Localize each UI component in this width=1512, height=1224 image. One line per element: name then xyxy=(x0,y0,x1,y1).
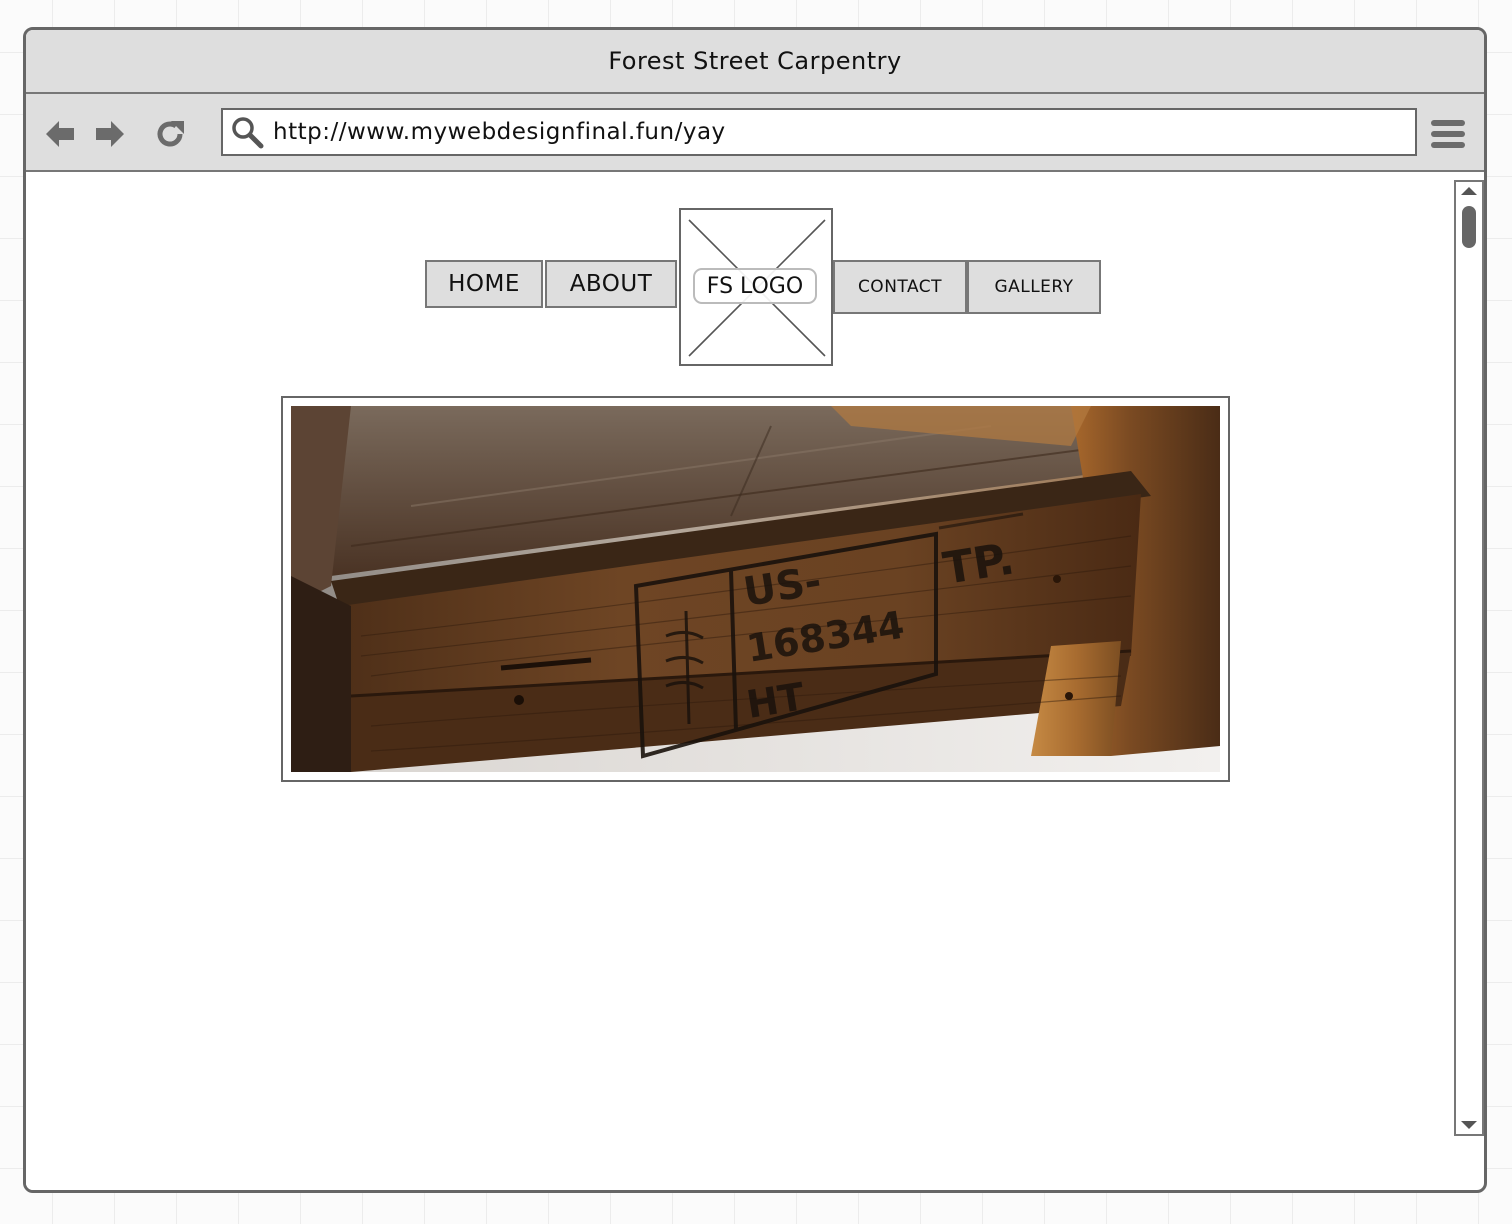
address-bar[interactable]: http://www.mywebdesignfinal.fun/yay xyxy=(221,108,1417,156)
nav-home-button[interactable]: HOME xyxy=(425,260,543,308)
hero-image: US- 168344 HT TP. xyxy=(291,406,1220,772)
window-titlebar: Forest Street Carpentry xyxy=(26,30,1484,94)
nav-gallery-label: GALLERY xyxy=(994,277,1074,297)
nav-home-label: HOME xyxy=(448,271,520,297)
stamp-text-line3: HT xyxy=(744,674,808,727)
nav-about-label: ABOUT xyxy=(569,271,653,297)
search-icon xyxy=(232,117,264,149)
vertical-scrollbar[interactable] xyxy=(1454,180,1484,1136)
page-content: HOME ABOUT FS LOGO CONTACT GALLERY US- 1… xyxy=(26,172,1452,1190)
refresh-icon[interactable] xyxy=(152,116,188,152)
hero-image-frame: US- 168344 HT TP. xyxy=(281,396,1230,782)
browser-window: Forest Street Carpentry http://www.myweb… xyxy=(23,27,1487,1193)
nav-contact-label: CONTACT xyxy=(857,277,943,297)
logo-label: FS LOGO xyxy=(693,268,817,304)
menu-icon[interactable] xyxy=(1430,116,1466,152)
nav-about-button[interactable]: ABOUT xyxy=(545,260,677,308)
pallet-wood-photo: US- 168344 HT TP. xyxy=(291,406,1220,772)
scroll-thumb[interactable] xyxy=(1462,206,1476,248)
back-arrow-icon[interactable] xyxy=(42,116,78,152)
scroll-up-arrow-icon[interactable] xyxy=(1461,187,1477,195)
browser-toolbar: http://www.mywebdesignfinal.fun/yay xyxy=(26,94,1484,172)
nav-contact-button[interactable]: CONTACT xyxy=(833,260,967,314)
forward-arrow-icon[interactable] xyxy=(92,116,128,152)
logo-placeholder[interactable]: FS LOGO xyxy=(679,208,833,366)
url-text[interactable]: http://www.mywebdesignfinal.fun/yay xyxy=(273,119,726,145)
scroll-down-arrow-icon[interactable] xyxy=(1461,1121,1477,1129)
nav-gallery-button[interactable]: GALLERY xyxy=(967,260,1101,314)
window-title: Forest Street Carpentry xyxy=(608,47,902,75)
